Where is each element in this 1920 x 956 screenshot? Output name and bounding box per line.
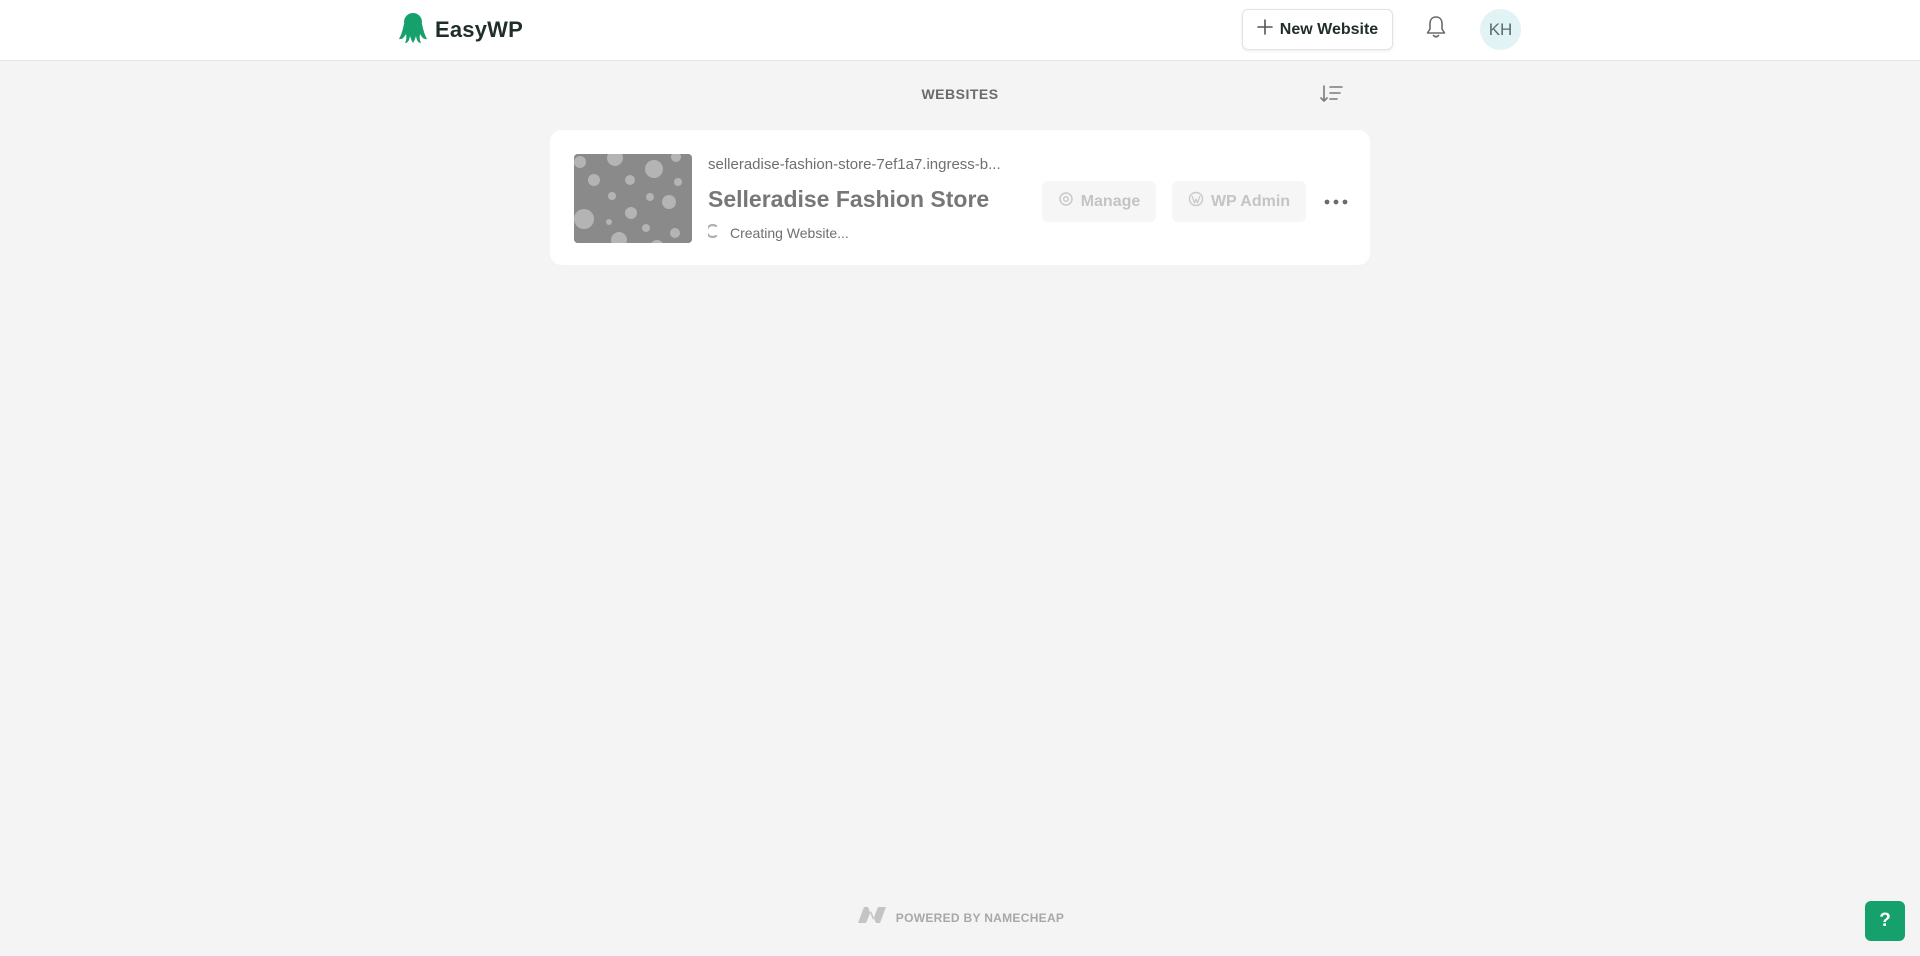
more-options-button[interactable] bbox=[1320, 190, 1352, 212]
octopus-logo-icon bbox=[398, 12, 428, 49]
website-name[interactable]: Selleradise Fashion Store bbox=[708, 186, 989, 213]
new-website-label: New Website bbox=[1279, 20, 1379, 38]
website-card: selleradise-fashion-store-7ef1a7.ingress… bbox=[550, 130, 1370, 265]
help-button[interactable]: ? bbox=[1865, 901, 1905, 941]
spinner-icon bbox=[705, 223, 720, 241]
wp-admin-label: WP Admin bbox=[1210, 192, 1291, 210]
website-url[interactable]: selleradise-fashion-store-7ef1a7.ingress… bbox=[708, 156, 1028, 173]
plus-icon bbox=[1256, 19, 1273, 40]
website-status: Creating Website... bbox=[705, 223, 849, 241]
wp-admin-button[interactable]: WP Admin bbox=[1172, 181, 1306, 222]
user-avatar[interactable]: KH bbox=[1480, 9, 1521, 50]
new-website-button[interactable]: New Website bbox=[1242, 9, 1393, 50]
gear-icon bbox=[1058, 191, 1074, 212]
more-icon bbox=[1324, 192, 1348, 210]
brand-name: EasyWP bbox=[435, 17, 524, 42]
manage-label: Manage bbox=[1080, 192, 1141, 210]
notifications-button[interactable] bbox=[1422, 15, 1450, 43]
bell-icon bbox=[1425, 15, 1447, 44]
sort-icon bbox=[1320, 84, 1344, 109]
websites-section-title: WEBSITES bbox=[921, 86, 999, 102]
website-thumbnail bbox=[574, 154, 692, 243]
brand-logo-link[interactable]: EasyWP bbox=[398, 12, 524, 49]
namecheap-logo-icon bbox=[856, 906, 888, 929]
sort-button[interactable] bbox=[1318, 83, 1346, 109]
wordpress-icon bbox=[1188, 191, 1204, 212]
top-navigation-bar: EasyWP New Website KH bbox=[0, 0, 1920, 61]
manage-button[interactable]: Manage bbox=[1042, 181, 1156, 222]
footer: POWERED BY NAMECHEAP bbox=[0, 906, 1920, 929]
status-text: Creating Website... bbox=[730, 224, 849, 241]
powered-by-text: POWERED BY NAMECHEAP bbox=[895, 910, 1065, 925]
